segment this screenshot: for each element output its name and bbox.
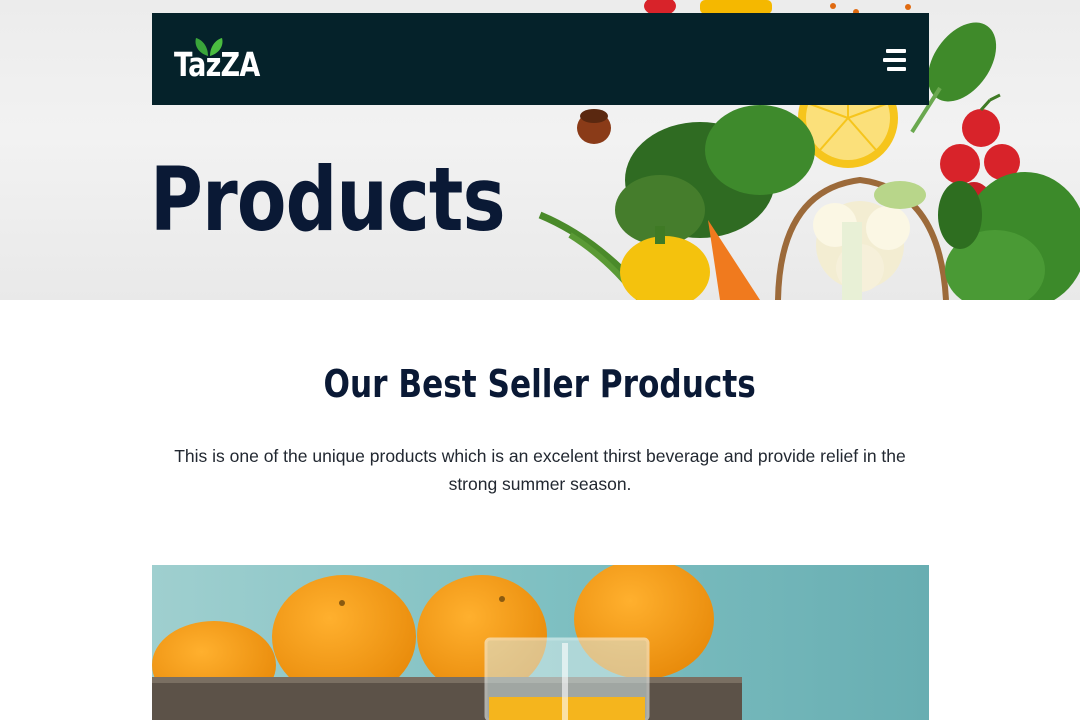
section-title: Our Best Seller Products (323, 362, 757, 406)
hamburger-menu-icon[interactable] (883, 49, 907, 71)
orange-juice-image (152, 565, 929, 720)
hero-banner: TazZA Products (0, 0, 1080, 300)
product-image (152, 565, 929, 720)
page-title: Products (150, 148, 506, 251)
logo-text: TazZA (174, 45, 260, 84)
section-description: This is one of the unique products which… (174, 446, 906, 494)
navbar: TazZA (152, 13, 929, 105)
